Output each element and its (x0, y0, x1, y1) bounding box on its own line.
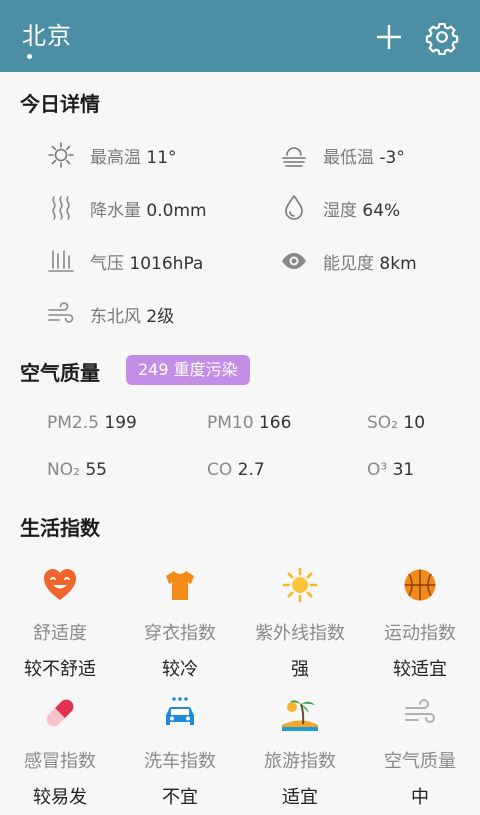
life-name: 紫外线指数 (255, 623, 345, 644)
life-item-carwash[interactable]: 洗车指数 不宜 (120, 695, 240, 815)
aq-value: 55 (85, 460, 107, 480)
life-item-cold[interactable]: 感冒指数 较易发 (0, 695, 120, 815)
aq-pm10: PM10 166 (207, 413, 291, 433)
aq-label: CO (207, 460, 233, 480)
detail-value: 8km (379, 254, 417, 274)
precipitation-icon (52, 196, 70, 220)
car-wash-icon (166, 697, 194, 725)
aq-value: 166 (258, 413, 292, 433)
basketball-icon (404, 569, 436, 601)
life-item-airquality[interactable]: 空气质量 中 (360, 695, 480, 815)
detail-value: 1016hPa (129, 254, 204, 274)
air-quality-title: 空气质量 (20, 361, 100, 385)
life-value: 较冷 (162, 659, 198, 680)
life-item-sport[interactable]: 运动指数 较适宜 (360, 567, 480, 687)
aq-label: O³ (367, 460, 388, 480)
detail-value: 11° (146, 148, 177, 168)
pressure-icon (48, 250, 74, 272)
gear-icon (425, 22, 459, 55)
detail-value: 0.0mm (146, 201, 207, 221)
today-details-title: 今日详情 (20, 92, 100, 116)
life-name: 空气质量 (384, 751, 456, 772)
aq-value: 2.7 (237, 460, 265, 480)
aq-so2: SO₂ 10 (367, 413, 425, 433)
fog-icon (282, 147, 306, 167)
wind-icon (48, 302, 74, 323)
air-wind-icon (405, 699, 435, 723)
aq-co: CO 2.7 (207, 460, 265, 480)
sun-uv-icon (282, 567, 318, 603)
life-name: 感冒指数 (24, 751, 96, 772)
life-value: 较易发 (33, 787, 87, 808)
life-name: 洗车指数 (144, 751, 216, 772)
city-name[interactable]: 北京 (22, 16, 72, 51)
aq-value: 10 (403, 413, 426, 433)
life-name: 运动指数 (384, 623, 456, 644)
detail-label: 湿度 (323, 201, 357, 221)
detail-value: 2级 (146, 307, 175, 327)
aq-pm25: PM2.5 199 (47, 413, 137, 433)
detail-label: 降水量 (90, 201, 141, 221)
aqi-badge: 249 重度污染 (126, 355, 250, 385)
aq-o3: O³ 31 (367, 460, 414, 480)
life-item-comfort[interactable]: 舒适度 较不舒适 (0, 567, 120, 687)
life-value: 适宜 (282, 787, 318, 808)
page-indicator-dot (27, 54, 32, 59)
settings-button[interactable] (424, 19, 460, 55)
add-city-button[interactable] (372, 20, 406, 54)
tshirt-icon (166, 570, 194, 600)
life-value: 较适宜 (393, 659, 447, 680)
aq-label: SO₂ (367, 413, 398, 433)
life-value: 中 (411, 787, 429, 808)
detail-label: 气压 (90, 254, 124, 274)
life-index-title: 生活指数 (20, 516, 100, 540)
life-name: 旅游指数 (264, 751, 336, 772)
life-value: 强 (291, 659, 309, 680)
life-name: 舒适度 (33, 623, 87, 644)
aq-label: PM2.5 (47, 413, 99, 433)
aq-value: 199 (104, 413, 137, 433)
life-item-dressing[interactable]: 穿衣指数 较冷 (120, 567, 240, 687)
eye-icon (282, 253, 306, 269)
life-name: 穿衣指数 (144, 623, 216, 644)
sun-icon (48, 142, 74, 168)
palm-island-icon (282, 700, 318, 731)
heart-face-icon (44, 569, 76, 600)
aq-label: PM10 (207, 413, 254, 433)
aq-no2: NO₂ 55 (47, 460, 107, 480)
detail-label: 最高温 (90, 148, 141, 168)
top-app-bar: 北京 (0, 0, 480, 72)
life-item-travel[interactable]: 旅游指数 适宜 (240, 695, 360, 815)
pill-icon (46, 699, 74, 727)
detail-label: 东北风 (90, 307, 141, 327)
detail-label: 最低温 (323, 148, 374, 168)
aq-label: NO₂ (47, 460, 80, 480)
life-item-uv[interactable]: 紫外线指数 强 (240, 567, 360, 687)
plus-icon (377, 25, 401, 49)
detail-value: -3° (379, 148, 405, 168)
humidity-drop-icon (285, 194, 303, 220)
detail-value: 64% (362, 201, 401, 221)
life-value: 较不舒适 (24, 659, 96, 680)
detail-label: 能见度 (323, 254, 374, 274)
aq-value: 31 (392, 460, 415, 480)
life-value: 不宜 (162, 787, 198, 808)
